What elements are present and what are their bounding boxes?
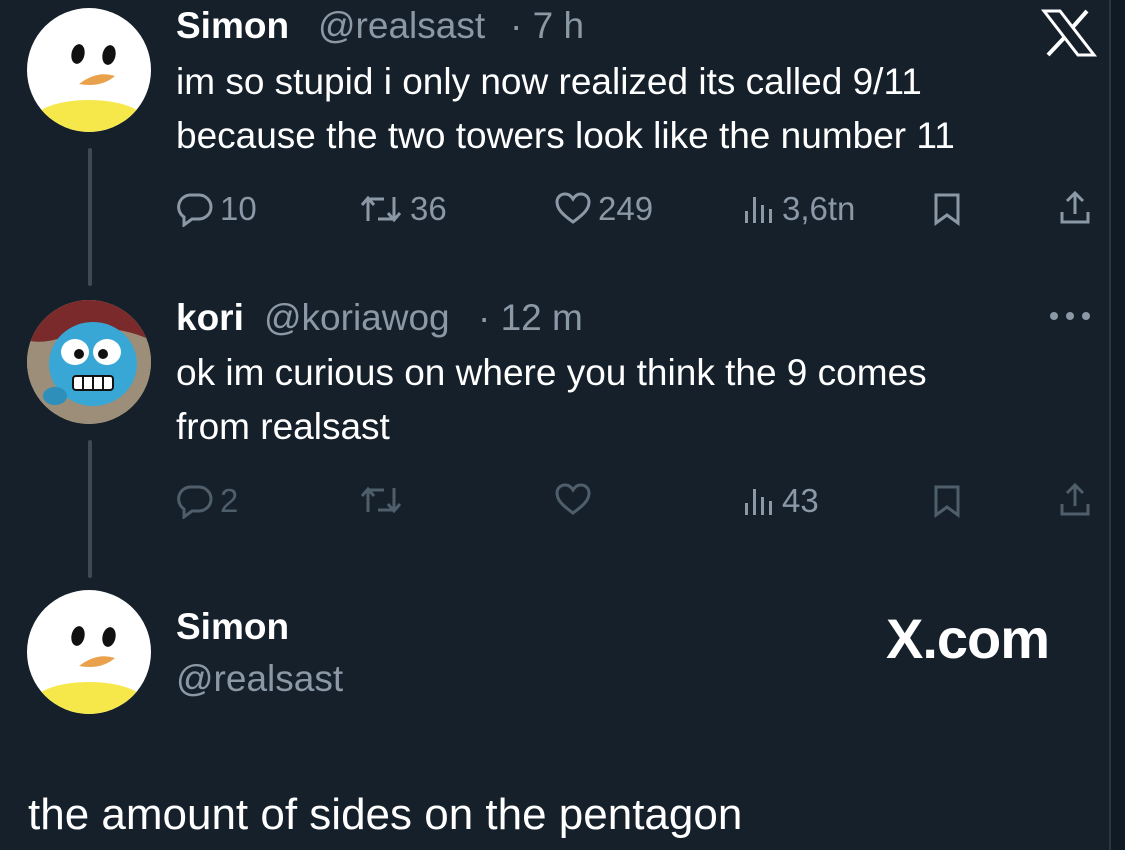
reply-icon — [176, 483, 214, 519]
retweet-count: 36 — [410, 190, 447, 227]
views-icon — [742, 191, 776, 227]
card-name[interactable]: Simon — [176, 606, 289, 648]
x-com-brand: X.com — [886, 607, 1050, 670]
thread-line-top — [88, 148, 92, 286]
retweet-button[interactable]: 36 — [358, 190, 447, 228]
retweet-button[interactable] — [358, 482, 404, 518]
avatar-simon[interactable] — [27, 8, 151, 132]
like-button[interactable] — [554, 482, 592, 518]
tweet2-time[interactable]: · 12 m — [478, 297, 583, 339]
reply-count: 2 — [220, 482, 239, 519]
like-button[interactable]: 249 — [554, 190, 653, 228]
bookmark-button[interactable] — [932, 192, 962, 226]
heart-icon — [554, 191, 592, 227]
share-button[interactable] — [1058, 190, 1092, 226]
scrollbar[interactable] — [1109, 0, 1125, 850]
views-count: 3,6tn — [782, 190, 856, 227]
tweet1-text-line2: because the two towers look like the num… — [176, 115, 955, 156]
reply-button[interactable]: 2 — [176, 482, 238, 520]
tweet1-handle[interactable]: @realsast — [318, 5, 485, 47]
reply-button[interactable]: 10 — [176, 190, 257, 228]
tweet2-name[interactable]: kori — [176, 297, 244, 339]
tweet1-name[interactable]: Simon — [176, 5, 289, 47]
share-icon — [1058, 482, 1092, 518]
tweet2-handle[interactable]: @koriawog — [264, 297, 450, 339]
retweet-icon — [358, 191, 404, 227]
views-button[interactable]: 43 — [742, 482, 819, 520]
tweet1-text-line1: im so stupid i only now realized its cal… — [176, 61, 922, 102]
tweet1-time[interactable]: · 7 h — [510, 5, 584, 47]
reply-icon — [176, 191, 214, 227]
tweet2-text-line2: from realsast — [176, 406, 390, 447]
views-button[interactable]: 3,6tn — [742, 190, 855, 228]
card-text: the amount of sides on the pentagon — [28, 790, 743, 839]
bookmark-icon — [932, 484, 962, 518]
avatar-kori[interactable] — [27, 300, 151, 424]
bookmark-icon — [932, 192, 962, 226]
card-handle[interactable]: @realsast — [176, 658, 343, 700]
share-button[interactable] — [1058, 482, 1092, 518]
like-count: 249 — [598, 190, 654, 227]
tweet2-text-line1: ok im curious on where you think the 9 c… — [176, 352, 927, 393]
thread-line-bottom — [88, 440, 92, 578]
share-icon — [1058, 190, 1092, 226]
avatar-simon-card[interactable] — [27, 590, 151, 714]
retweet-icon — [358, 482, 404, 518]
x-logo-icon — [1040, 8, 1098, 63]
reply-count: 10 — [220, 190, 257, 227]
views-count: 43 — [782, 482, 819, 519]
views-icon — [742, 483, 776, 519]
heart-icon — [554, 482, 592, 518]
bookmark-button[interactable] — [932, 484, 962, 518]
more-icon[interactable] — [1046, 306, 1096, 331]
